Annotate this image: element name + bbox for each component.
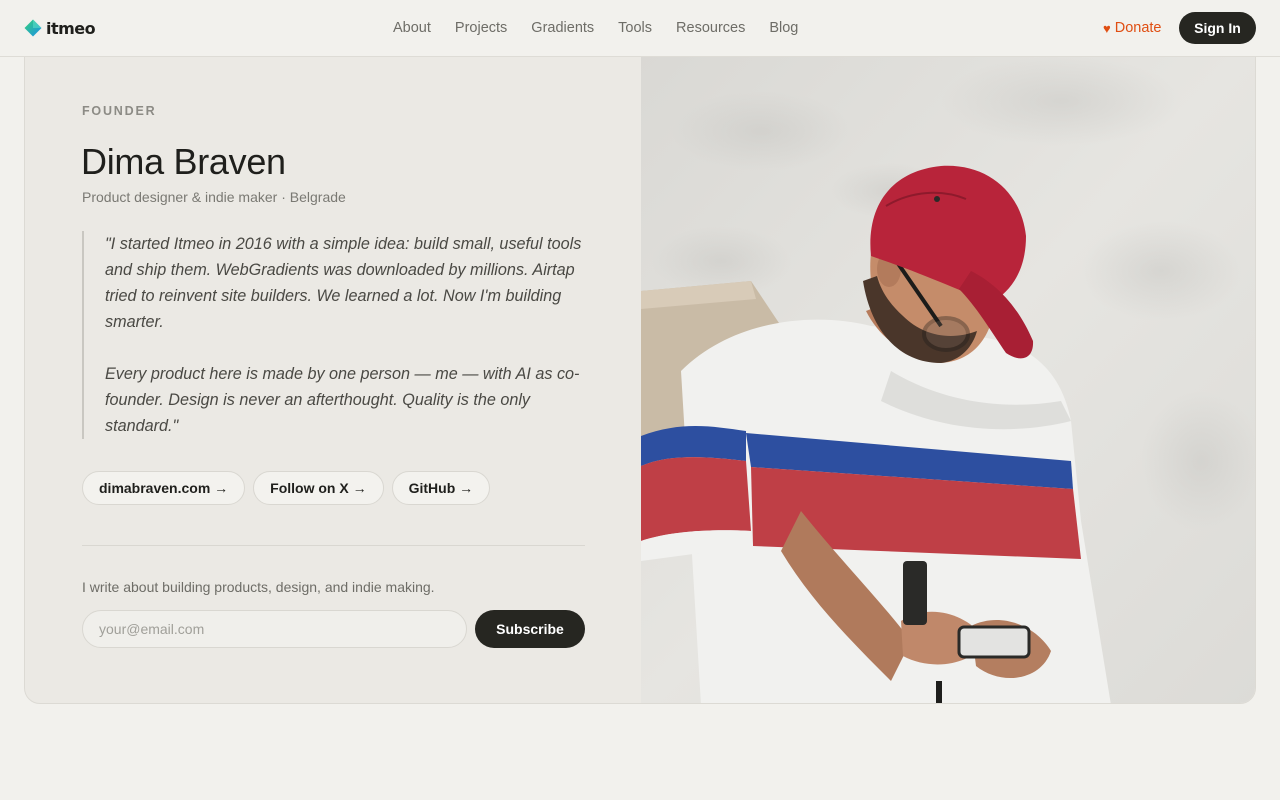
quote-paragraph-2: Every product here is made by one person…	[105, 365, 580, 435]
founder-quote: "I started Itmeo in 2016 with a simple i…	[82, 231, 585, 439]
donate-link[interactable]: ♥ Donate	[1103, 17, 1161, 39]
subscribe-button[interactable]: Subscribe	[475, 610, 585, 648]
founder-role: Product designer & indie maker · Belgrad…	[82, 189, 346, 205]
nav-item-about[interactable]: About	[381, 17, 443, 39]
donate-label: Donate	[1114, 20, 1162, 36]
founder-photo	[641, 41, 1255, 703]
sign-in-button[interactable]: Sign In	[1179, 12, 1256, 44]
founder-card: FOUNDER Dima Braven Product designer & i…	[24, 40, 1256, 704]
nav-item-tools[interactable]: Tools	[606, 17, 664, 39]
website-link-button[interactable]: dimabraven.com →	[82, 471, 246, 505]
site-header: itmeo About Projects Gradients Tools Res…	[0, 0, 1280, 57]
nav-item-blog[interactable]: Blog	[757, 17, 810, 39]
follow-x-button[interactable]: Follow on X →	[253, 471, 384, 505]
email-input[interactable]	[82, 610, 467, 648]
newsletter-text: I write about building products, design,…	[82, 579, 435, 595]
logo-diamond-icon	[24, 19, 42, 37]
nav-item-gradients[interactable]: Gradients	[519, 17, 606, 39]
social-links: dimabraven.com → Follow on X → GitHub →	[82, 471, 491, 505]
quote-paragraph-1: "I started Itmeo in 2016 with a simple i…	[105, 235, 582, 331]
nav-item-projects[interactable]: Projects	[443, 17, 519, 39]
logo-text: itmeo	[46, 18, 96, 38]
nav-item-resources[interactable]: Resources	[664, 17, 757, 39]
section-eyebrow: FOUNDER	[82, 104, 157, 118]
founder-photo-illustration	[641, 41, 1255, 703]
founder-info: FOUNDER Dima Braven Product designer & i…	[25, 41, 641, 703]
divider	[82, 545, 585, 546]
github-link-button[interactable]: GitHub →	[391, 471, 491, 505]
main-nav: About Projects Gradients Tools Resources…	[381, 17, 810, 39]
heart-icon: ♥	[1103, 20, 1111, 36]
logo[interactable]: itmeo	[24, 17, 96, 39]
founder-name: Dima Braven	[81, 141, 286, 182]
